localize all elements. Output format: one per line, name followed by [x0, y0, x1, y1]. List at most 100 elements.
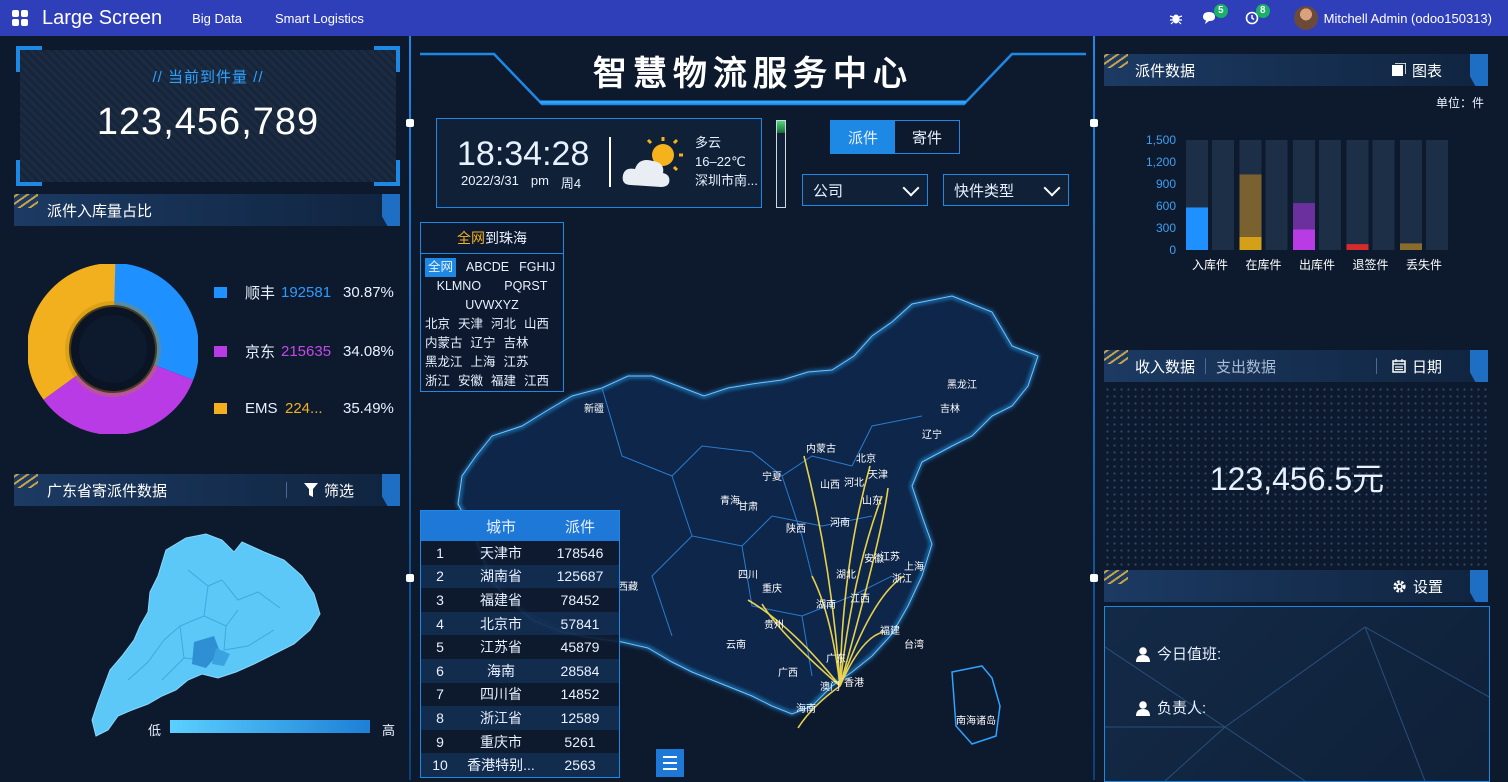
x-category-label: 丢失件	[1406, 257, 1442, 272]
province-option[interactable]: 浙江	[425, 372, 450, 391]
user-menu[interactable]: Mitchell Admin (odoo150313)	[1293, 6, 1492, 30]
row-index: 5	[436, 639, 444, 656]
table-row[interactable]: 10 香港特别... 2563	[421, 753, 619, 777]
app-brand[interactable]: Large Screen	[42, 7, 162, 30]
map-label: 江西	[850, 593, 870, 605]
province-option[interactable]: 吉林	[504, 334, 529, 353]
map-label: 山东	[862, 494, 882, 507]
income-tab[interactable]: 收入数据	[1135, 356, 1195, 377]
row-city: 湖南省	[480, 568, 522, 585]
province-option[interactable]: 福建	[491, 372, 516, 391]
table-row[interactable]: 6 海南 28584	[421, 658, 619, 683]
chart-icon	[1392, 63, 1406, 76]
table-row[interactable]: 8 浙江省 12589	[421, 706, 619, 730]
settings-button[interactable]: 设置	[1392, 576, 1443, 597]
x-category-label: 出库件	[1299, 257, 1335, 272]
province-option[interactable]: 黑龙江	[425, 353, 463, 372]
filter-tab-all[interactable]: 全网	[425, 258, 457, 277]
table-row[interactable]: 4 北京市 57841	[421, 611, 619, 636]
filter-tab-uvwxyz[interactable]: UVWXYZ	[465, 298, 518, 312]
time-weather-panel: 18:34:28 2022/3/31 pm 周4 多云 16–22℃ 深圳市南...	[436, 118, 762, 208]
filter-tab-abcde[interactable]: ABCDE	[466, 258, 509, 277]
map-label: 陕西	[786, 522, 806, 535]
table-row[interactable]: 7 四川省 14852	[421, 683, 619, 707]
map-label: 内蒙古	[806, 442, 836, 455]
filter-icon	[304, 483, 318, 497]
row-city: 福建省	[480, 591, 522, 608]
table-row[interactable]: 9 重庆市 5261	[421, 730, 619, 754]
expense-tab[interactable]: 支出数据	[1216, 356, 1276, 377]
guangdong-section-header: 广东省寄派件数据 筛选	[14, 474, 400, 506]
vertical-slider[interactable]	[776, 120, 786, 208]
bar	[1400, 243, 1422, 250]
map-label: 浙江	[892, 573, 912, 585]
duty-panel: 今日值班: 负责人:	[1104, 606, 1490, 782]
map-label: 山西	[820, 479, 840, 491]
legend-swatch	[214, 403, 227, 414]
row-index: 6	[436, 662, 444, 679]
row-value: 45879	[560, 639, 600, 656]
send-tab[interactable]: 寄件	[895, 121, 959, 153]
filter-tab-fghij[interactable]: FGHIJ	[519, 258, 555, 277]
nav-big-data[interactable]: Big Data	[192, 11, 242, 26]
province-option[interactable]: 天津	[458, 315, 483, 334]
city-dispatch-table: 城市 派件 1 天津市 178546 2 湖南省 125687 3 福建省 78452 4 北京市 5…	[420, 510, 620, 778]
province-option[interactable]: 辽宁	[471, 334, 496, 353]
duty-row: 今日值班:	[1135, 643, 1221, 664]
donut-chart	[28, 264, 198, 434]
messages-icon[interactable]: 5	[1202, 4, 1228, 26]
province-option[interactable]: 河北	[491, 315, 516, 334]
row-city: 北京市	[480, 615, 522, 632]
activities-clock-icon[interactable]: 8	[1244, 4, 1270, 26]
province-option[interactable]: 江苏	[504, 353, 529, 372]
map-label: 青海	[720, 494, 740, 507]
chart-view-button[interactable]: 图表	[1392, 60, 1442, 81]
region-filter-panel: 全网 到珠海 全网 ABCDE FGHIJ KLMNO PQRST UVWXYZ …	[420, 222, 564, 392]
province-option[interactable]: 江西	[524, 372, 549, 391]
province-option[interactable]: 内蒙古	[425, 334, 463, 353]
map-label: 香港	[844, 677, 864, 689]
map-label: 西藏	[618, 581, 638, 593]
row-value: 78452	[560, 591, 600, 608]
settings-header: 设置	[1104, 570, 1488, 602]
row-value: 2563	[564, 757, 596, 774]
bar-track	[1346, 140, 1369, 250]
row-city: 浙江省	[480, 709, 522, 726]
row-index: 2	[436, 568, 444, 585]
row-city: 香港特别...	[467, 757, 535, 774]
table-row[interactable]: 3 福建省 78452	[421, 588, 619, 612]
arrival-counter-panel: // 当前到件量 // 123,456,789	[16, 46, 400, 186]
row-city: 重庆市	[480, 733, 522, 750]
filter-tab-pqrst[interactable]: PQRST	[504, 277, 547, 296]
province-option[interactable]: 山西	[524, 315, 549, 334]
filter-button[interactable]: 筛选	[304, 480, 354, 501]
row-city: 江苏省	[480, 639, 522, 656]
express-type-select[interactable]: 快件类型	[943, 174, 1069, 206]
map-label: 新疆	[584, 402, 604, 415]
row-city: 海南	[487, 662, 515, 679]
color-scale-bar	[170, 720, 370, 733]
legend-jingdong: 京东 215635 34.08%	[214, 341, 394, 362]
row-city: 四川省	[480, 686, 522, 703]
table-row[interactable]: 5 江苏省 45879	[421, 635, 619, 659]
user-name: Mitchell Admin (odoo150313)	[1323, 10, 1492, 26]
nav-smart-logistics[interactable]: Smart Logistics	[275, 11, 364, 26]
company-select[interactable]: 公司	[802, 174, 928, 206]
debug-bug-icon[interactable]	[1168, 10, 1184, 26]
y-tick-label: 600	[1156, 199, 1176, 213]
apps-menu-icon[interactable]	[12, 10, 28, 26]
map-label: 北京	[856, 452, 876, 465]
table-row[interactable]: 1 天津市 178546	[421, 541, 619, 565]
province-option[interactable]: 安徽	[458, 372, 483, 391]
legend-swatch	[214, 287, 227, 298]
row-value: 57841	[560, 615, 600, 632]
dispatch-tab[interactable]: 派件	[831, 121, 895, 153]
table-row[interactable]: 2 湖南省 125687	[421, 564, 619, 589]
filter-tab-klmno[interactable]: KLMNO	[437, 277, 481, 296]
province-option[interactable]: 上海	[471, 353, 496, 372]
menu-toggle-button[interactable]	[656, 749, 684, 777]
date-button[interactable]: 日期	[1392, 356, 1442, 377]
money-panel: 123,456.5元	[1104, 386, 1490, 566]
province-option[interactable]: 北京	[425, 315, 450, 334]
y-tick-label: 1,500	[1146, 133, 1176, 147]
